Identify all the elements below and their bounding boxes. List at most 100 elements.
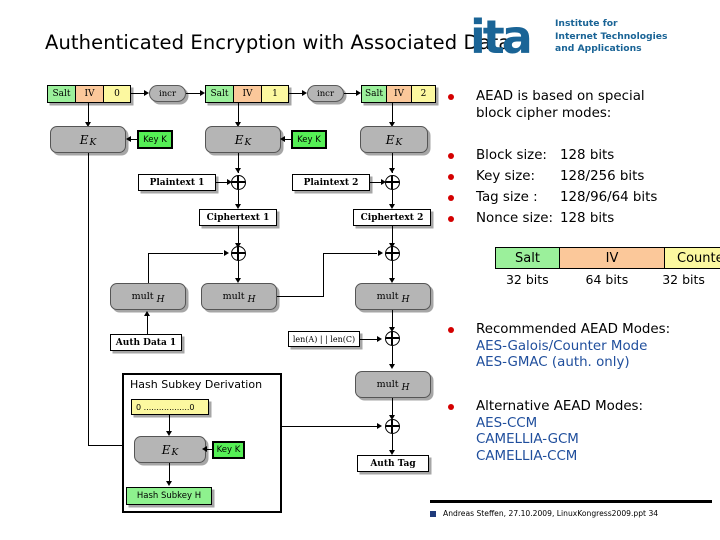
counter-block-2-counter: 2 bbox=[412, 86, 435, 102]
ciphertext-box-0: Ciphertext 1 bbox=[199, 209, 277, 226]
bullet-dot-icon bbox=[448, 404, 454, 410]
counter-block-1-iv: IV bbox=[234, 86, 262, 102]
arrowhead-key-hsdek bbox=[202, 446, 207, 452]
auth-data-box: Auth Data 1 bbox=[110, 334, 182, 351]
hash-subkey-cipher-e: E bbox=[161, 442, 171, 457]
salt-iv-counter-table: Salt IV Counter bbox=[495, 247, 720, 269]
hash-subkey-key-box: Key K bbox=[212, 441, 245, 459]
counter-block-0-salt: Salt bbox=[48, 86, 76, 102]
recommended-modes-text: Recommended AEAD Modes: AES-Galois/Count… bbox=[476, 322, 670, 372]
xor-plaintext-1 bbox=[385, 175, 400, 190]
recommended-modes-heading: Recommended AEAD Modes: bbox=[476, 322, 671, 337]
mult-h-0: mult H bbox=[110, 283, 186, 310]
mult-h-2-label: mult bbox=[376, 291, 399, 302]
spec-nonce-size-value: 128 bits bbox=[560, 211, 615, 226]
incr-1: incr bbox=[307, 85, 344, 102]
xor-len bbox=[385, 331, 400, 346]
bullet-dot-icon bbox=[448, 195, 454, 201]
mult-h-0-label: mult bbox=[131, 291, 154, 302]
alternative-modes-heading: Alternative AEAD Modes: bbox=[476, 399, 644, 414]
mult-h-2-sub: H bbox=[401, 294, 410, 305]
line-ek0-to-hsd bbox=[88, 445, 122, 447]
spec-key-size-label: Key size: bbox=[476, 169, 536, 184]
arrowhead-key1-ek1 bbox=[280, 136, 285, 142]
mult-h-3: mult H bbox=[355, 371, 431, 398]
line-hsdek-subkey bbox=[169, 463, 171, 483]
arrowhead-ek1-xor1 bbox=[235, 168, 242, 173]
logo-tagline-line2: Internet Technologies bbox=[555, 30, 668, 42]
line-ctr2-ek2 bbox=[392, 103, 394, 123]
spec-nonce-size-label: Nonce size: bbox=[476, 211, 554, 226]
sic-bits-iv: 64 bits bbox=[585, 272, 629, 287]
counter-block-1: Salt IV 1 bbox=[205, 85, 289, 103]
mult-h-2: mult H bbox=[355, 283, 431, 310]
plaintext-box-1: Plaintext 2 bbox=[292, 174, 370, 191]
alternative-modes-text: Alternative AEAD Modes: AES-CCM CAMELLIA… bbox=[476, 399, 643, 465]
bullet-alternative-modes: Alternative AEAD Modes: AES-CCM CAMELLIA… bbox=[448, 399, 643, 465]
spec-nonce-size: Nonce size: 128 bits bbox=[448, 211, 614, 226]
footer-square-icon bbox=[430, 510, 436, 517]
bullet-dot-icon bbox=[448, 327, 454, 333]
line-mult1-right bbox=[277, 296, 324, 298]
line-mult0-up bbox=[148, 253, 150, 283]
key-box-0: Key K bbox=[137, 130, 173, 149]
xor-final bbox=[385, 419, 400, 434]
line-ek0-down bbox=[88, 153, 90, 446]
footer: Andreas Steffen, 27.10.2009, LinuxKongre… bbox=[430, 509, 658, 518]
footer-divider bbox=[430, 500, 712, 503]
mult-h-0-sub: H bbox=[156, 294, 165, 305]
ita-logo: ita Institute for Internet Technologies … bbox=[470, 12, 715, 64]
spec-key-size-text: Key size: 128/256 bits bbox=[476, 169, 644, 184]
logo-tagline-line3: and Applications bbox=[555, 43, 642, 55]
logo-mark: ita bbox=[470, 10, 533, 64]
bullet-recommended-modes: Recommended AEAD Modes: AES-Galois/Count… bbox=[448, 322, 670, 372]
spec-tag-size-text: Tag size : 128/96/64 bits bbox=[476, 190, 657, 205]
logo-tagline-line1: Institute for bbox=[555, 18, 618, 29]
bullet-dot-icon bbox=[448, 174, 454, 180]
line-key1-ek1 bbox=[285, 139, 291, 141]
page-title: Authenticated Encryption with Associated… bbox=[45, 31, 511, 54]
arrow-line-ctr1-incr1 bbox=[289, 93, 302, 95]
block-cipher-1-e: E bbox=[234, 132, 244, 147]
xor-plaintext-0 bbox=[231, 175, 246, 190]
arrowhead-ek0-xorfinal bbox=[377, 423, 382, 429]
line-key0-ek0 bbox=[131, 139, 137, 141]
arrowhead-authdata-mult0 bbox=[144, 311, 151, 316]
len-box: len(A) | | len(C) bbox=[288, 331, 360, 347]
spec-tag-size: Tag size : 128/96/64 bits bbox=[448, 190, 657, 205]
recommended-mode-1: AES-GMAC (auth. only) bbox=[476, 355, 630, 370]
arrowhead-xorlen-mult3 bbox=[389, 364, 396, 369]
spec-block-size-value: 128 bits bbox=[560, 148, 615, 163]
counter-block-2-salt: Salt bbox=[362, 86, 387, 102]
spec-tag-size-value: 128/96/64 bits bbox=[560, 190, 658, 205]
bullet-dot-icon bbox=[448, 94, 454, 100]
plaintext-box-0: Plaintext 1 bbox=[138, 174, 216, 191]
spec-block-size-text: Block size: 128 bits bbox=[476, 148, 614, 163]
block-cipher-0-k: K bbox=[89, 137, 97, 148]
arrowhead-lenbox-xor bbox=[377, 336, 382, 342]
alternative-mode-1: CAMELLIA-GCM bbox=[476, 432, 579, 447]
key-box-1-label: Key K bbox=[297, 134, 321, 145]
recommended-mode-0: AES-Galois/Counter Mode bbox=[476, 338, 648, 354]
spec-block-size-label: Block size: bbox=[476, 148, 547, 163]
block-cipher-2-k: K bbox=[395, 137, 403, 148]
line-xorlen-mult3 bbox=[392, 346, 394, 366]
spec-nonce-size-text: Nonce size: 128 bits bbox=[476, 211, 614, 226]
salt-iv-counter-bits: 32 bits 64 bits 32 bits bbox=[488, 272, 720, 287]
block-cipher-0-e: E bbox=[79, 132, 89, 147]
counter-block-0-counter: 0 bbox=[104, 86, 130, 102]
counter-block-1-counter: 1 bbox=[262, 86, 288, 102]
line-mult0-to-xor bbox=[148, 253, 223, 255]
bullet-dot-icon bbox=[448, 216, 454, 222]
arrowhead-mult0-xor bbox=[224, 250, 229, 256]
arrowhead-key0-ek0 bbox=[126, 136, 131, 142]
arrowhead-mult1-xor1 bbox=[378, 250, 383, 256]
block-cipher-1-k: K bbox=[244, 137, 252, 148]
line-authdata-mult0 bbox=[147, 316, 149, 334]
alternative-mode-2: CAMELLIA-CCM bbox=[476, 448, 578, 464]
line-ctr1-ek1 bbox=[238, 103, 240, 123]
hash-subkey-output-box: Hash Subkey H bbox=[126, 487, 212, 505]
incr-0: incr bbox=[149, 85, 186, 102]
arrowhead-hsdek-subkey bbox=[166, 481, 173, 486]
block-cipher-2-e: E bbox=[385, 132, 395, 147]
